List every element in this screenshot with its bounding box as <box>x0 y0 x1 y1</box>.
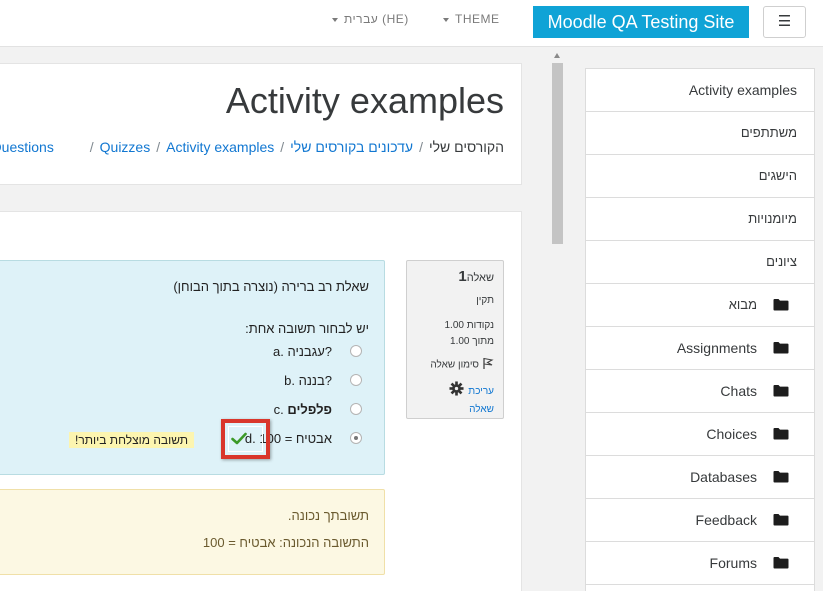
breadcrumb: / Quizzes / Activity examples / הקורסים שלי / ע… <box>84 139 504 155</box>
folder-icon <box>773 298 789 314</box>
breadcrumb-item-activity-examples[interactable]: Activity examples <box>166 139 274 155</box>
sidebar-item-label: Activity examples <box>688 82 797 98</box>
breadcrumb-item-my-courses[interactable]: הקורסים שלי <box>429 139 504 155</box>
answer-label: b. בננה? <box>284 373 332 388</box>
radio-button[interactable] <box>350 345 362 357</box>
radio-button[interactable] <box>350 374 362 386</box>
sidebar-item-label: מבוא <box>728 297 757 312</box>
sidebar-item-grades[interactable]: ציונים <box>586 241 814 284</box>
theme-label: THEME <box>455 12 500 26</box>
sidebar-item-label: Databases <box>690 469 757 485</box>
edit-label: שאלה <box>469 404 494 415</box>
question-text: שאלת רב ברירה (נוצרה בתוך הבוחן) <box>173 279 369 294</box>
radio-button-selected[interactable] <box>350 432 362 444</box>
highlight-inner <box>228 426 263 452</box>
specific-feedback: תשובה מוצלחת ביותר! <box>69 432 195 448</box>
sidebar-item-label: Feedback <box>695 512 757 528</box>
right-answer: התשובה הנכונה: אבטיח = 100 <box>202 535 369 550</box>
grade-line: 1.00 נקודות <box>444 320 495 331</box>
scrollbar[interactable] <box>552 50 563 591</box>
highlight-box <box>221 419 270 459</box>
sidebar-item-assignments[interactable]: Assignments <box>586 327 814 370</box>
sidebar-item-label: משתתפים <box>740 125 797 140</box>
folder-icon <box>773 513 789 529</box>
page-header: Activity examples uiz Questions / Quizzes… <box>0 63 522 185</box>
folder-icon <box>773 384 789 400</box>
sidebar-item-feedback[interactable]: Feedback <box>586 499 814 542</box>
breadcrumb-item-course-updates[interactable]: עדכונים בקורסים שלי <box>290 139 413 155</box>
breadcrumb-item-quiz-questions[interactable]: uiz Questions <box>0 139 54 155</box>
breadcrumb-separator: / <box>156 139 161 155</box>
edit-label: עריכת <box>468 386 494 398</box>
sidebar-item-choices[interactable]: Choices <box>586 413 814 456</box>
hamburger-menu-button[interactable]: ☰ <box>763 6 806 38</box>
folder-icon <box>773 470 789 486</box>
language-label: עברית (HE) <box>344 12 409 26</box>
flag-icon <box>482 357 494 373</box>
grade-line: מתוך 1.00 <box>450 336 494 347</box>
gear-icon <box>449 381 464 402</box>
sidebar-item-badges[interactable]: הישגים <box>586 155 814 198</box>
question-outcome: תשובתך נכונה. התשובה הנכונה: אבטיח = 100 <box>0 489 385 575</box>
chevron-down-icon <box>332 17 338 22</box>
flag-label: סימון שאלה <box>430 359 479 371</box>
question-number-value: 1 <box>458 268 467 285</box>
sidebar-item-intro[interactable]: מבוא <box>586 284 814 327</box>
breadcrumb-item-quizzes[interactable]: Quizzes <box>100 139 151 155</box>
sidebar-item-label: Assignments <box>676 340 757 356</box>
page-title: Activity examples <box>225 80 504 121</box>
radio-button[interactable] <box>350 403 362 415</box>
breadcrumb-label: uiz Questions <box>0 139 54 155</box>
scroll-up-icon[interactable] <box>554 53 560 58</box>
site-name-link[interactable]: Moodle QA Testing Site <box>533 6 749 38</box>
answer-label: a. עגבניה? <box>273 344 332 359</box>
edit-question-link[interactable]: עריכת שאלה <box>449 381 494 418</box>
folder-icon <box>773 427 789 443</box>
question-number: שאלה1 <box>454 268 494 285</box>
sidebar-item-activity-examples[interactable]: Activity examples <box>586 69 814 112</box>
language-menu[interactable]: עברית (HE) <box>332 12 409 26</box>
question-info: שאלה1 תקין 1.00 נקודות מתוך 1.00 סימון ש… <box>406 260 504 419</box>
breadcrumb-separator: / <box>419 139 423 155</box>
answer-label: c. פלפלים <box>273 402 332 417</box>
chevron-down-icon <box>443 17 449 22</box>
answer-prompt: יש לבחור תשובה אחת: <box>245 321 369 336</box>
breadcrumb-separator: / <box>280 139 285 155</box>
breadcrumb-separator: / <box>89 139 94 155</box>
question-label: שאלה <box>466 272 494 284</box>
sidebar-item-databases[interactable]: Databases <box>586 456 814 499</box>
sidebar-item-label: Choices <box>706 426 757 442</box>
top-navbar: עברית (HE) THEME Moodle QA Testing Site … <box>0 0 823 47</box>
sidebar-item-forums[interactable]: Forums <box>586 542 814 585</box>
folder-icon <box>773 341 789 357</box>
folder-icon <box>773 556 789 572</box>
sidebar-item-label: Chats <box>720 383 757 399</box>
sidebar-item-label: Forums <box>709 555 757 571</box>
flag-question-link[interactable]: סימון שאלה <box>430 357 494 373</box>
scrollbar-thumb[interactable] <box>552 63 563 244</box>
question-grade: 1.00 נקודות מתוך 1.00 <box>445 318 495 350</box>
sidebar-item-label: מיומנויות <box>748 211 797 226</box>
sidebar-item-label: ציונים <box>766 254 797 269</box>
sidebar-item-participants[interactable]: משתתפים <box>586 112 814 155</box>
sidebar-item-competencies[interactable]: מיומנויות <box>586 198 814 241</box>
feedback-correct: תשובתך נכונה. <box>287 508 369 523</box>
theme-menu[interactable]: THEME <box>443 12 500 26</box>
hamburger-icon: ☰ <box>777 13 792 30</box>
sidebar-item-chats[interactable]: Chats <box>586 370 814 413</box>
course-navigation: Activity examples משתתפים הישגים מיומנוי… <box>585 68 815 591</box>
question-state: תקין <box>476 295 494 306</box>
sidebar-item-label: הישגים <box>758 168 797 183</box>
